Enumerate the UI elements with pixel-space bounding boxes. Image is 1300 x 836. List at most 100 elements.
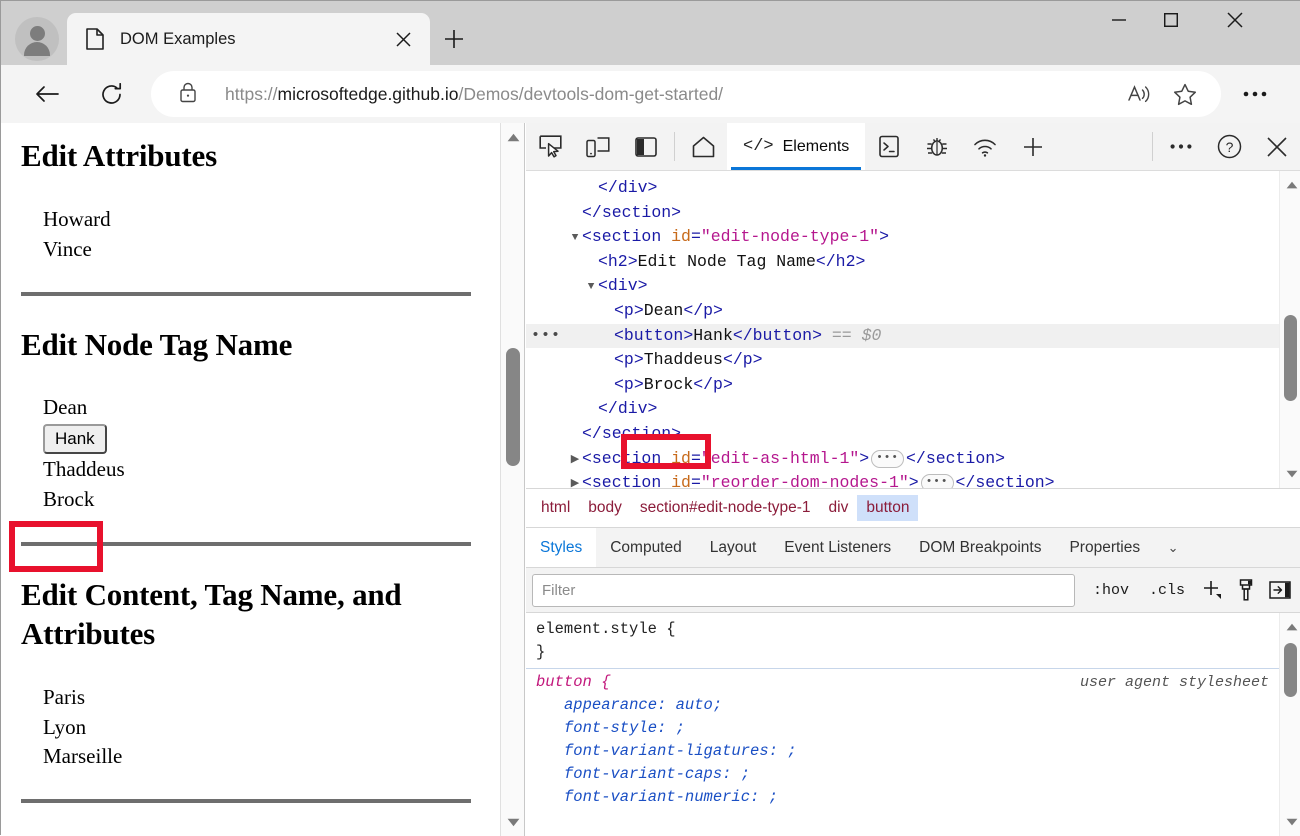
welcome-home-icon[interactable] [679, 123, 727, 170]
css-declaration[interactable]: appearance: auto; [536, 694, 1269, 717]
dom-scroll-down-icon[interactable] [1280, 462, 1300, 486]
sidebar-tab-dom-breakpoints[interactable]: DOM Breakpoints [905, 528, 1055, 567]
url-host: microsoftedge.github.io [278, 84, 459, 104]
styles-rules-list[interactable]: element.style {}button {user agent style… [526, 613, 1279, 836]
css-declaration[interactable]: font-variant-caps: ; [536, 763, 1269, 786]
breadcrumb-item[interactable]: html [532, 495, 579, 521]
styles-scrollbar[interactable] [1279, 613, 1300, 836]
sidebar-tab-properties[interactable]: Properties [1055, 528, 1154, 567]
collapsed-children-icon[interactable]: ••• [921, 474, 954, 489]
avatar-body-icon [24, 42, 50, 56]
chevron-down-icon[interactable]: ⌄ [1154, 528, 1192, 567]
open-computed-sidebar-icon[interactable] [1263, 575, 1297, 605]
browser-tab[interactable]: DOM Examples [67, 13, 430, 65]
styles-sidebar-tabs[interactable]: StylesComputedLayoutEvent ListenersDOM B… [526, 528, 1300, 568]
page-scroll-down-icon[interactable] [501, 810, 525, 834]
favorite-star-icon[interactable] [1165, 74, 1205, 114]
dom-node-row[interactable]: <p>Thaddeus</p> [526, 348, 1279, 373]
styles-scroll-up-icon[interactable] [1280, 615, 1300, 639]
css-rule-block[interactable]: element.style {} [526, 616, 1279, 668]
dom-node-row[interactable]: </div> [526, 176, 1279, 201]
inspect-element-icon[interactable] [526, 123, 574, 170]
paintbrush-icon[interactable] [1229, 575, 1263, 605]
dom-token: > [648, 399, 658, 418]
dom-token: div [618, 399, 648, 418]
add-panel-icon[interactable] [1009, 123, 1057, 170]
dom-node-row[interactable]: ▶<section id="edit-as-html-1">•••</secti… [526, 447, 1279, 472]
dom-tree-scrollbar[interactable] [1279, 171, 1300, 488]
tab-elements[interactable]: </> Elements [727, 123, 865, 170]
profile-avatar[interactable] [15, 17, 59, 61]
address-bar[interactable]: https://microsoftedge.github.io/Demos/de… [151, 71, 1221, 117]
devtools-more-options-icon[interactable] [1157, 123, 1205, 170]
window-maximize-button[interactable] [1145, 1, 1197, 39]
css-selector[interactable]: button { [536, 671, 610, 694]
expand-triangle-closed-icon[interactable]: ▶ [568, 448, 582, 473]
settings-and-more-button[interactable] [1233, 71, 1277, 117]
styles-scroll-down-icon[interactable] [1280, 810, 1300, 834]
dom-node-row[interactable]: <h2>Edit Node Tag Name</h2> [526, 250, 1279, 275]
dom-token [661, 449, 671, 468]
plus-new-style-rule-icon[interactable] [1195, 575, 1229, 605]
styles-filter-input[interactable] [532, 574, 1075, 607]
tab-close-button[interactable] [388, 24, 418, 54]
breadcrumb[interactable]: htmlbodysection#edit-node-type-1divbutto… [526, 489, 1300, 528]
expand-triangle-closed-icon[interactable]: ▶ [568, 472, 582, 489]
new-tab-button[interactable] [438, 23, 470, 55]
sidebar-tab-styles[interactable]: Styles [526, 528, 596, 567]
breadcrumb-item[interactable]: section#edit-node-type-1 [631, 495, 820, 521]
page-list-item: Dean [43, 394, 471, 422]
dom-scroll-up-icon[interactable] [1280, 173, 1300, 197]
sidebar-tab-computed[interactable]: Computed [596, 528, 696, 567]
css-rule-block[interactable]: button {user agent stylesheetappearance:… [526, 668, 1279, 813]
css-declaration[interactable]: font-variant-numeric: ; [536, 786, 1269, 809]
dom-node-row[interactable]: </section> [526, 422, 1279, 447]
page-list-item-button: Hank [43, 424, 471, 454]
dom-node-row[interactable]: ▼<div> [526, 274, 1279, 299]
node-more-options-icon[interactable]: ••• [531, 324, 561, 349]
devtools-close-icon[interactable] [1253, 123, 1300, 170]
dom-node-row[interactable]: ▶<section id="reorder-dom-nodes-1">•••</… [526, 471, 1279, 489]
network-icon[interactable] [961, 123, 1009, 170]
sidebar-tab-event-listeners[interactable]: Event Listeners [770, 528, 905, 567]
dom-node-row[interactable]: ▼<section id="edit-node-type-1"> [526, 225, 1279, 250]
page-scroll-thumb[interactable] [506, 348, 520, 466]
dom-node-row[interactable]: <p>Dean</p> [526, 299, 1279, 324]
window-minimize-button[interactable] [1093, 1, 1145, 39]
collapsed-children-icon[interactable]: ••• [871, 450, 904, 468]
expand-triangle-open-icon[interactable]: ▼ [568, 226, 582, 251]
site-info-lock-icon[interactable] [179, 82, 201, 106]
window-close-button[interactable] [1209, 1, 1261, 39]
page-scroll-up-icon[interactable] [501, 125, 525, 149]
debugger-icon[interactable] [913, 123, 961, 170]
twisty-placeholder [584, 398, 598, 423]
dom-node-row[interactable]: <p>Brock</p> [526, 373, 1279, 398]
page-hank-button[interactable]: Hank [43, 424, 107, 454]
dom-node-row-selected[interactable]: ••• <button>Hank</button> == $0 [526, 324, 1279, 349]
page-scrollbar[interactable] [500, 123, 524, 836]
back-arrow-icon[interactable] [27, 74, 67, 114]
expand-triangle-open-icon[interactable]: ▼ [584, 275, 598, 300]
breadcrumb-item[interactable]: button [857, 495, 918, 521]
dock-side-icon[interactable] [622, 123, 670, 170]
read-aloud-icon[interactable] [1119, 74, 1159, 114]
help-icon[interactable]: ? [1205, 123, 1253, 170]
reload-icon[interactable] [91, 74, 131, 114]
dom-token: div [618, 178, 648, 197]
breadcrumb-item[interactable]: div [820, 495, 858, 521]
css-selector[interactable]: element.style { [536, 618, 676, 641]
dom-node-row[interactable]: </section> [526, 201, 1279, 226]
hov-toggle-button[interactable]: :hov [1083, 575, 1139, 605]
css-declaration[interactable]: font-style: ; [536, 717, 1269, 740]
styles-scroll-thumb[interactable] [1284, 643, 1297, 697]
dom-tree[interactable]: </div> </section>▼<section id="edit-node… [526, 171, 1279, 488]
device-emulation-icon[interactable] [574, 123, 622, 170]
css-declaration[interactable]: font-variant-ligatures: ; [536, 740, 1269, 763]
cls-toggle-button[interactable]: .cls [1139, 575, 1195, 605]
sidebar-tab-layout[interactable]: Layout [696, 528, 771, 567]
dom-token [661, 227, 671, 246]
console-icon[interactable] [865, 123, 913, 170]
dom-scroll-thumb[interactable] [1284, 315, 1297, 401]
breadcrumb-item[interactable]: body [579, 495, 631, 521]
dom-node-row[interactable]: </div> [526, 397, 1279, 422]
